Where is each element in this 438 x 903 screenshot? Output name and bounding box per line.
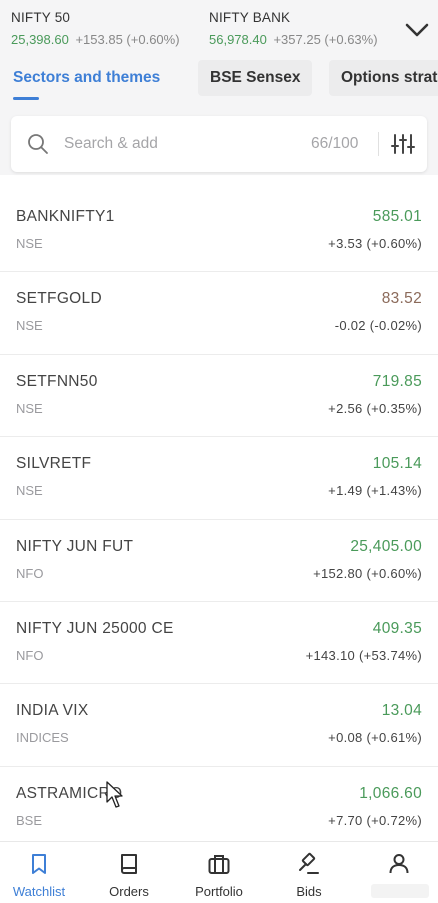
nav-label: Watchlist [12, 884, 66, 899]
nav-watchlist[interactable]: Watchlist [0, 842, 79, 903]
instrument-symbol: NIFTY JUN FUT [16, 537, 134, 555]
price-change: +143.10 (+53.74%) [305, 647, 422, 663]
exchange-label: BSE [16, 812, 43, 828]
watchlist-row[interactable]: NIFTY JUN 25000 CE NFO 409.35 +143.10 (+53.… [0, 602, 438, 685]
instrument-symbol: INDIA VIX [16, 702, 89, 720]
last-traded-price: 585.01 [372, 208, 422, 225]
exchange-label: NFO [16, 647, 44, 663]
search-bar[interactable]: Search & add 66/100 [11, 116, 427, 172]
exchange-label: NFO [16, 565, 44, 581]
bookmark-icon [32, 854, 46, 874]
user-icon [389, 854, 409, 874]
last-traded-price: 25,405.00 [350, 537, 422, 555]
price-change: +3.53 (+0.60%) [328, 236, 422, 251]
instrument-symbol: NIFTY JUN 25000 CE [16, 619, 174, 637]
divider [378, 132, 379, 156]
gavel-icon [299, 852, 319, 874]
last-traded-price: 1,066.60 [359, 784, 422, 802]
watchlist-tabs: Sectors and themes BSE Sensex Options st… [0, 60, 438, 100]
watchlist-row[interactable]: INDIA VIX INDICES 13.04 +0.08 (+0.61%) [0, 684, 438, 767]
tab-bse-sensex[interactable]: BSE Sensex [198, 60, 313, 96]
briefcase-icon [208, 855, 230, 874]
exchange-label: NSE [16, 236, 43, 251]
watchlist-row[interactable]: SETFGOLD NSE 83.52 -0.02 (-0.02%) [0, 272, 438, 355]
search-icon [28, 134, 48, 154]
index-price: 25,398.60 [11, 32, 69, 47]
index-change: +357.25 (+0.63%) [273, 32, 378, 47]
price-change: +152.80 (+0.60%) [313, 565, 422, 581]
index-price: 56,978.40 [209, 32, 267, 47]
last-traded-price: 13.04 [381, 702, 422, 720]
index-nifty50[interactable]: NIFTY 50 25,398.60 +153.85 (+0.60%) [11, 10, 180, 47]
nav-bids[interactable]: Bids [269, 842, 349, 903]
index-niftybank[interactable]: NIFTY BANK 56,978.40 +357.25 (+0.63%) [209, 10, 378, 47]
watchlist-row[interactable]: NIFTY JUN FUT NFO 25,405.00 +152.80 (+0.60%… [0, 520, 438, 602]
price-change: +2.56 (+0.35%) [328, 400, 422, 416]
watchlist-row[interactable]: ASTRAMICRO BSE 1,066.60 +7.70 (+0.72%) [0, 767, 438, 850]
instrument-symbol: SETFGOLD [16, 290, 102, 308]
nav-label: Orders [109, 884, 149, 899]
price-change: +1.49 (+1.43%) [328, 483, 422, 499]
index-name: NIFTY 50 [11, 10, 71, 25]
watchlist-row[interactable]: SILVRETF NSE 105.14 +1.49 (+1.43%) [0, 437, 438, 520]
last-traded-price: 105.14 [372, 455, 422, 473]
exchange-label: NSE [16, 318, 43, 334]
filter-sliders-icon[interactable] [391, 133, 415, 155]
chevron-down-icon[interactable] [404, 20, 430, 40]
instrument-symbol: ASTRAMICRO [16, 784, 123, 802]
watchlist: BANKNIFTY1 NSE 585.01 +3.53 (+0.60%) SETFGOL… [0, 190, 438, 850]
exchange-label: INDICES [16, 730, 69, 746]
nav-label: Bids [296, 884, 322, 899]
instrument-symbol: SETFNN50 [16, 372, 98, 390]
exchange-label: NSE [16, 483, 43, 499]
last-traded-price: 83.52 [381, 290, 422, 308]
last-traded-price: 719.85 [372, 372, 422, 390]
instrument-symbol: SILVRETF [16, 455, 92, 473]
index-name: NIFTY BANK [209, 10, 291, 25]
tab-sectors-and-themes[interactable]: Sectors and themes [1, 60, 172, 96]
bottom-navigation: Watchlist Orders Portfolio Bids [0, 841, 438, 903]
book-icon [121, 854, 137, 874]
search-input[interactable]: Search & add [64, 135, 158, 153]
price-change: -0.02 (-0.02%) [334, 318, 422, 334]
nav-portfolio[interactable]: Portfolio [179, 842, 259, 903]
watchlist-row[interactable]: SETFNN50 NSE 719.85 +2.56 (+0.35%) [0, 355, 438, 438]
tab-options-strategies[interactable]: Options strategies [329, 60, 438, 96]
price-change: +0.08 (+0.61%) [328, 730, 422, 746]
market-header: NIFTY 50 25,398.60 +153.85 (+0.60%) NIFT… [0, 0, 438, 175]
nav-profile[interactable] [359, 842, 438, 903]
price-change: +7.70 (+0.72%) [328, 812, 422, 828]
instrument-symbol: BANKNIFTY1 [16, 208, 115, 225]
nav-orders[interactable]: Orders [89, 842, 169, 903]
watchlist-row[interactable]: BANKNIFTY1 NSE 585.01 +3.53 (+0.60%) [0, 190, 438, 273]
nav-badge [371, 884, 429, 898]
last-traded-price: 409.35 [372, 619, 422, 637]
watchlist-count: 66/100 [311, 135, 359, 152]
nav-label: Portfolio [195, 884, 243, 899]
active-tab-indicator [13, 97, 39, 100]
exchange-label: NSE [16, 400, 43, 416]
index-change: +153.85 (+0.60%) [75, 32, 180, 47]
